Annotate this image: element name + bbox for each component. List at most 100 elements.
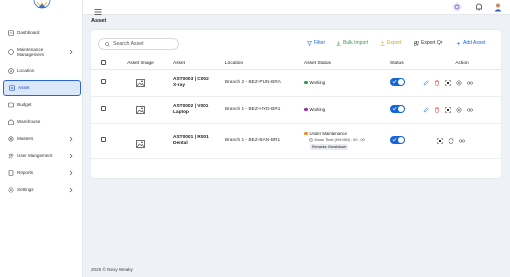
edit-icon[interactable] — [423, 79, 429, 86]
status-toggle[interactable] — [390, 104, 405, 113]
column-header-asset-image: Asset Image — [108, 59, 173, 70]
table-row: AST0001 | R001 Dental Branch 1 - BEZ-BAN-… — [91, 123, 501, 159]
chevron-right-icon — [69, 49, 73, 55]
chevron-right-icon — [69, 153, 73, 159]
asset-table: Asset Image Asset Location Asset Status … — [91, 59, 501, 159]
image-placeholder-icon[interactable] — [136, 78, 173, 87]
sidebar-item-label: Reports — [17, 170, 34, 176]
export-button[interactable]: Export — [380, 40, 401, 46]
location-cell: Branch 1 - BEZ-BAN-BR1 — [225, 123, 304, 159]
bell-icon[interactable] — [474, 2, 484, 12]
sidebar-item-label: Location — [17, 68, 35, 74]
link-icon[interactable] — [467, 80, 473, 86]
add-asset-button[interactable]: Add Asset — [456, 40, 486, 46]
export-icon — [380, 40, 385, 46]
table-row: AST0002 | V001 Laptop Branch 1 - BEZ-HYD-… — [91, 96, 501, 124]
chevron-right-icon — [69, 170, 73, 176]
delete-icon[interactable] — [434, 106, 440, 113]
settings-gear-icon[interactable] — [456, 107, 462, 113]
chevron-right-icon — [69, 136, 73, 142]
edit-icon[interactable] — [423, 106, 429, 113]
asset-name: Laptop — [173, 109, 189, 115]
sidebar-item-reports[interactable]: Reports — [3, 165, 81, 181]
sidebar-item-user-management[interactable]: User Mangement — [3, 148, 81, 164]
import-icon — [336, 40, 341, 46]
filter-icon — [307, 40, 312, 46]
asset-name: X-ray — [173, 82, 185, 88]
status-dot — [304, 107, 308, 112]
warehouse-icon — [8, 119, 14, 125]
table-row: AST0003 | C002 X-ray Branch 2 - BEZ-PUN-B… — [91, 69, 501, 97]
document-icon — [8, 170, 14, 176]
sidebar-item-label: Masters — [17, 136, 34, 142]
sidebar-item-dashboard[interactable]: Dashboard — [3, 25, 81, 41]
add-asset-label: Add Asset — [463, 40, 486, 46]
status-toggle[interactable] — [390, 135, 405, 144]
asset-status-text: Working — [309, 80, 326, 85]
row-checkbox[interactable] — [101, 137, 106, 142]
link-icon[interactable] — [459, 138, 465, 144]
row-checkbox[interactable] — [101, 79, 106, 84]
image-placeholder-icon[interactable] — [136, 139, 173, 148]
row-checkbox[interactable] — [101, 106, 106, 111]
sidebar-item-location[interactable]: Location — [3, 63, 81, 79]
bulk-import-label: Bulk Import — [343, 40, 369, 46]
location-cell: Branch 1 - BEZ-HYD-BR1 — [225, 96, 304, 124]
export-label: Export — [387, 40, 402, 46]
sidebar-item-warehouse[interactable]: Warehouse — [3, 114, 81, 130]
sidebar-item-maintenance[interactable]: Maintenance Management — [3, 42, 81, 62]
qr-scan-icon[interactable] — [445, 79, 451, 86]
column-header-status: Status — [390, 59, 423, 70]
qr-code-icon — [414, 40, 419, 46]
top-bar — [83, 0, 510, 15]
sidebar-item-asset[interactable]: Asset — [3, 80, 81, 96]
status-dot — [304, 131, 308, 136]
sidebar-item-label: Budget — [17, 102, 32, 108]
filter-button[interactable]: Filter — [307, 40, 325, 46]
settings-icon — [8, 187, 14, 193]
refresh-icon[interactable] — [448, 137, 454, 144]
export-qr-button[interactable]: Export Qr — [414, 40, 442, 46]
status-toggle[interactable] — [390, 77, 405, 86]
avatar[interactable] — [493, 2, 503, 12]
search-icon — [105, 41, 110, 47]
export-qr-label: Export Qr — [421, 40, 443, 46]
sidebar-item-label: User Mangement — [17, 153, 53, 159]
wallet-icon — [8, 102, 14, 108]
delete-icon[interactable] — [434, 79, 440, 86]
sidebar-item-settings[interactable]: Settings — [3, 182, 81, 198]
image-placeholder-icon[interactable] — [136, 105, 173, 114]
sidebar-item-budget[interactable]: Budget — [3, 97, 81, 113]
asset-box-icon — [9, 85, 15, 91]
remarks-badge: Remarks: Breakdown — [310, 144, 349, 150]
link-icon[interactable] — [467, 107, 473, 113]
sidebar-item-label: Maintenance Management — [17, 46, 44, 57]
wrench-icon — [8, 49, 14, 55]
sidebar-nav: Dashboard Maintenance Management Locatio… — [3, 25, 81, 199]
location-pin-icon — [8, 68, 14, 74]
qr-scan-icon[interactable] — [437, 137, 443, 144]
plus-icon — [456, 41, 461, 45]
sidebar-item-masters[interactable]: Masters — [3, 131, 81, 147]
asset-status-text: Working — [309, 107, 326, 112]
theme-toggle-icon[interactable] — [452, 2, 462, 12]
settings-gear-icon[interactable] — [456, 80, 462, 86]
down-time-text: Down Time (HH:MM) : 00 : 00 — [314, 138, 365, 142]
gear-icon — [8, 136, 14, 142]
hamburger-menu-icon[interactable] — [94, 3, 102, 15]
sidebar-item-label: Dashboard — [17, 30, 40, 36]
location-cell: Branch 2 - BEZ-PUN-BRA — [225, 69, 304, 97]
search-box[interactable] — [98, 38, 179, 50]
chevron-right-icon — [69, 187, 73, 193]
search-input[interactable] — [113, 41, 175, 47]
column-header-asset: Asset — [173, 59, 225, 70]
asset-status-text: Under Maintenance — [309, 131, 348, 136]
select-all-checkbox[interactable] — [101, 60, 106, 66]
sidebar-item-label: Asset — [18, 85, 30, 91]
qr-scan-icon[interactable] — [445, 106, 451, 113]
bulk-import-button[interactable]: Bulk Import — [336, 40, 368, 46]
clock-icon — [309, 138, 313, 142]
asset-card: Filter Bulk Import Export Export Qr Add … — [91, 30, 501, 178]
grid-icon — [8, 30, 14, 36]
column-header-action: Action — [423, 59, 501, 70]
